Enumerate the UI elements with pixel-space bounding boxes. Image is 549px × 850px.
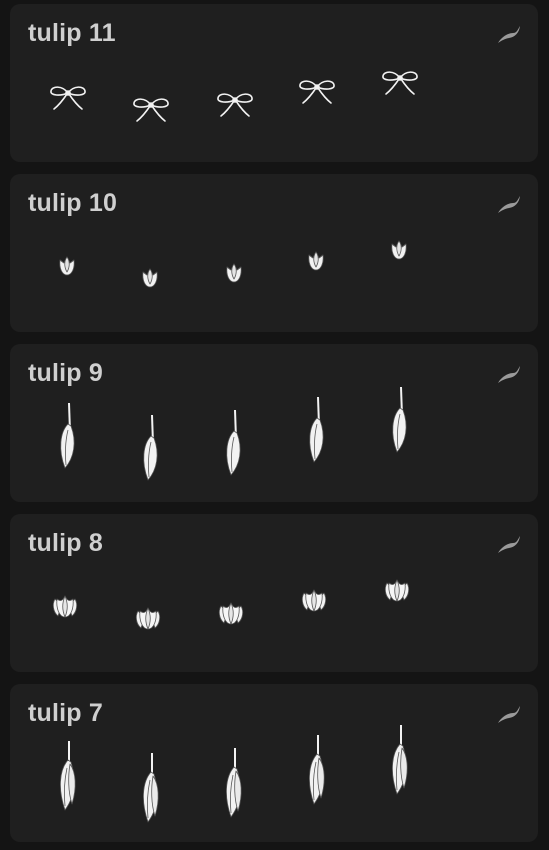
tulip-leaves-icon bbox=[60, 741, 76, 811]
tulip-bud-icon bbox=[308, 251, 324, 271]
tulip-leaves-icon bbox=[392, 725, 408, 795]
tulip-leaves-icon bbox=[309, 735, 325, 805]
brush-stroke-preview bbox=[10, 174, 538, 332]
tulip-leaf-icon bbox=[226, 409, 241, 476]
bow-icon bbox=[382, 71, 418, 95]
brush-card-tulip-10[interactable]: tulip 10 bbox=[10, 174, 538, 332]
tulip-leaves-icon bbox=[226, 748, 242, 818]
tulip-leaf-icon bbox=[392, 386, 407, 453]
bow-icon bbox=[133, 98, 169, 122]
brush-card-tulip-8[interactable]: tulip 8 bbox=[10, 514, 538, 672]
tulip-bloom-icon bbox=[384, 579, 410, 602]
brush-card-tulip-9[interactable]: tulip 9 bbox=[10, 344, 538, 502]
bow-icon bbox=[50, 86, 86, 110]
brush-card-tulip-11[interactable]: tulip 11 bbox=[10, 4, 538, 162]
bow-icon bbox=[299, 80, 335, 104]
bow-icon bbox=[217, 93, 253, 117]
tulip-leaves-icon bbox=[143, 753, 159, 823]
tulip-leaf-icon bbox=[143, 414, 158, 481]
brush-library-list: tulip 11 tulip 10 tulip 9 tulip 8 tulip … bbox=[0, 0, 549, 850]
tulip-bloom-icon bbox=[52, 595, 78, 618]
tulip-bud-icon bbox=[391, 240, 407, 260]
brush-stroke-preview bbox=[10, 4, 538, 162]
brush-stroke-preview bbox=[10, 684, 538, 842]
brush-card-tulip-7[interactable]: tulip 7 bbox=[10, 684, 538, 842]
brush-stroke-preview bbox=[10, 514, 538, 672]
tulip-bud-icon bbox=[226, 263, 242, 283]
tulip-bloom-icon bbox=[218, 602, 244, 625]
brush-stroke-preview bbox=[10, 344, 538, 502]
tulip-bud-icon bbox=[142, 268, 158, 288]
tulip-bud-icon bbox=[59, 256, 75, 276]
tulip-bloom-icon bbox=[135, 607, 161, 630]
tulip-leaf-icon bbox=[309, 396, 324, 463]
tulip-leaf-icon bbox=[60, 402, 75, 469]
tulip-bloom-icon bbox=[301, 589, 327, 612]
